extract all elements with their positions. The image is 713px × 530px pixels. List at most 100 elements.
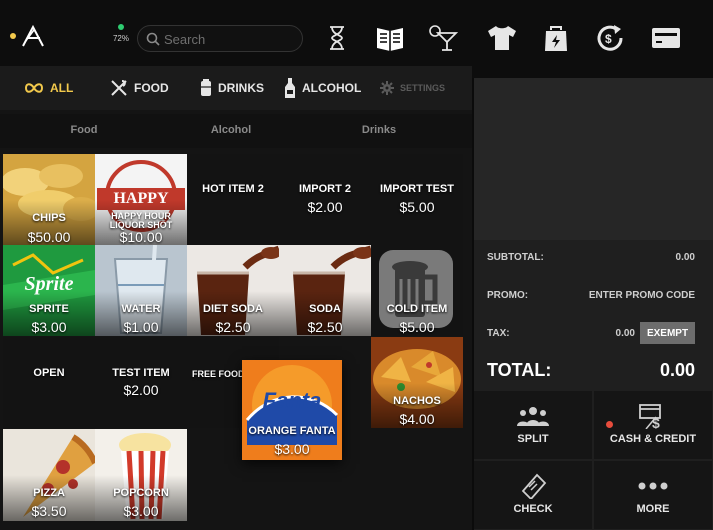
item-soda[interactable]: SODA $2.50 xyxy=(279,245,371,336)
tab-food[interactable]: FOOD xyxy=(110,66,169,110)
tax-value: 0.00 xyxy=(615,328,635,339)
item-price: $2.50 xyxy=(307,319,343,335)
subcategory-drinks[interactable]: Drinks xyxy=(329,124,429,136)
check-label: CHECK xyxy=(513,503,553,515)
total-value: 0.00 xyxy=(659,360,695,380)
total-label: TOTAL: xyxy=(487,360,552,380)
item-price: $10.00 xyxy=(119,229,163,245)
item-name: HAPPY HOUR LIQUOR SHOT xyxy=(109,211,173,230)
item-cold-item[interactable]: COLD ITEM $5.00 xyxy=(371,245,463,336)
battery-indicator: 72% xyxy=(110,24,132,43)
item-price: $5.00 xyxy=(399,199,435,215)
tab-all[interactable]: ALL xyxy=(24,66,73,110)
order-items-area xyxy=(474,78,713,240)
more-button[interactable]: MORE xyxy=(594,461,712,529)
item-name: POPCORN xyxy=(113,487,169,499)
infinity-icon xyxy=(24,83,44,93)
svg-text:$: $ xyxy=(605,32,612,46)
item-price: $3.50 xyxy=(31,503,67,519)
item-sprite[interactable]: Sprite SPRITE $3.00 xyxy=(3,245,95,336)
item-price: $2.00 xyxy=(307,199,343,215)
logo-icon xyxy=(22,24,44,47)
bottle-icon xyxy=(284,78,296,98)
tax-label: TAX: xyxy=(487,328,510,339)
cash-credit-icon: $ xyxy=(638,404,668,429)
refund-icon[interactable]: $ xyxy=(593,20,629,56)
subcategory-food[interactable]: Food xyxy=(34,124,134,136)
tab-label: ALL xyxy=(50,81,74,95)
item-pizza[interactable]: PIZZA $3.50 xyxy=(3,429,95,521)
item-price: $3.00 xyxy=(123,503,159,519)
tab-label: DRINKS xyxy=(218,81,265,95)
item-name: HOT ITEM 2 xyxy=(202,183,264,195)
can-icon xyxy=(200,79,212,97)
item-name: SODA xyxy=(309,303,341,315)
hourglass-icon[interactable] xyxy=(319,20,355,56)
item-price: $4.00 xyxy=(399,411,435,427)
item-name: IMPORT TEST xyxy=(380,183,454,195)
tab-alcohol[interactable]: ALCOHOL xyxy=(284,66,361,110)
tab-label: SETTINGS xyxy=(400,83,446,93)
item-name: IMPORT 2 xyxy=(299,183,351,195)
tab-drinks[interactable]: DRINKS xyxy=(200,66,264,110)
split-button[interactable]: SPLIT xyxy=(474,391,592,459)
battery-dot xyxy=(118,24,124,30)
status-dot xyxy=(10,33,16,39)
battery-percent: 72% xyxy=(112,34,129,43)
gear-icon xyxy=(380,81,394,95)
tab-settings[interactable]: SETTINGS xyxy=(380,66,445,110)
item-name: COLD ITEM xyxy=(386,303,448,315)
total-row: TOTAL: 0.00 xyxy=(487,360,695,381)
item-price: $5.00 xyxy=(399,319,435,335)
item-name: NACHOS xyxy=(393,395,441,407)
fanta-logo-text: Fanta xyxy=(262,388,322,413)
item-orange-fanta[interactable]: Fanta ORANGE FANTA $3.00 xyxy=(242,360,342,460)
item-name: OPEN xyxy=(33,367,65,379)
more-dots-icon xyxy=(638,475,668,497)
item-name: WATER xyxy=(121,303,161,315)
tab-label: ALCOHOL xyxy=(302,81,362,95)
item-price: $2.00 xyxy=(123,382,159,398)
item-name: TEST ITEM xyxy=(112,367,170,379)
promo-code-input[interactable]: ENTER PROMO CODE xyxy=(589,290,695,301)
item-water[interactable]: WATER $1.00 xyxy=(95,245,187,336)
item-name: ORANGE FANTA xyxy=(248,425,336,437)
item-hot-item-2[interactable]: HOT ITEM 2 xyxy=(187,154,279,245)
more-label: MORE xyxy=(636,503,670,515)
item-chips[interactable]: CHIPS $50.00 xyxy=(3,154,95,245)
subtotal-label: SUBTOTAL: xyxy=(487,252,544,263)
menu-book-icon[interactable] xyxy=(372,20,408,56)
item-price: $2.50 xyxy=(215,319,251,335)
search-box[interactable] xyxy=(137,25,303,52)
split-label: SPLIT xyxy=(517,433,549,445)
item-import-2[interactable]: IMPORT 2 $2.00 xyxy=(279,154,371,245)
subcategory-alcohol[interactable]: Alcohol xyxy=(181,124,281,136)
exempt-button[interactable]: EXEMPT xyxy=(640,322,695,344)
check-button[interactable]: CHECK xyxy=(474,461,592,529)
item-popcorn[interactable]: POPCORN $3.00 xyxy=(95,429,187,521)
item-price: $3.00 xyxy=(274,441,310,457)
check-ticket-icon xyxy=(519,473,547,499)
subtotal-value: 0.00 xyxy=(675,252,695,263)
order-panel: SUBTOTAL: 0.00 PROMO: ENTER PROMO CODE T… xyxy=(474,78,713,530)
category-tabs: ALL FOOD DRINKS ALCOHOL SETTINGS xyxy=(0,66,472,110)
item-price: $1.00 xyxy=(123,319,159,335)
item-test-item[interactable]: TEST ITEM $2.00 xyxy=(95,337,187,428)
utensils-icon xyxy=(110,79,128,97)
item-name: PIZZA xyxy=(33,487,65,499)
app-logo[interactable] xyxy=(8,24,48,52)
item-price: $50.00 xyxy=(27,229,71,245)
item-open[interactable]: OPEN xyxy=(3,337,95,428)
gift-card-icon[interactable] xyxy=(648,20,684,56)
energy-bag-icon[interactable] xyxy=(538,20,574,56)
item-name: DIET SODA xyxy=(203,303,263,315)
item-nachos[interactable]: NACHOS $4.00 xyxy=(371,337,463,428)
tshirt-icon[interactable] xyxy=(484,20,520,56)
item-diet-soda[interactable]: DIET SODA $2.50 xyxy=(187,245,279,336)
cash-credit-button[interactable]: $ CASH & CREDIT xyxy=(594,391,712,459)
item-price: $3.00 xyxy=(31,319,67,335)
cocktail-icon[interactable] xyxy=(425,20,461,56)
item-happy-hour-liquor-shot[interactable]: HAPPY HOUR HAPPY HOUR LIQUOR SHOT $10.00 xyxy=(95,154,187,245)
search-input[interactable] xyxy=(164,29,294,49)
item-import-test[interactable]: IMPORT TEST $5.00 xyxy=(371,154,463,245)
